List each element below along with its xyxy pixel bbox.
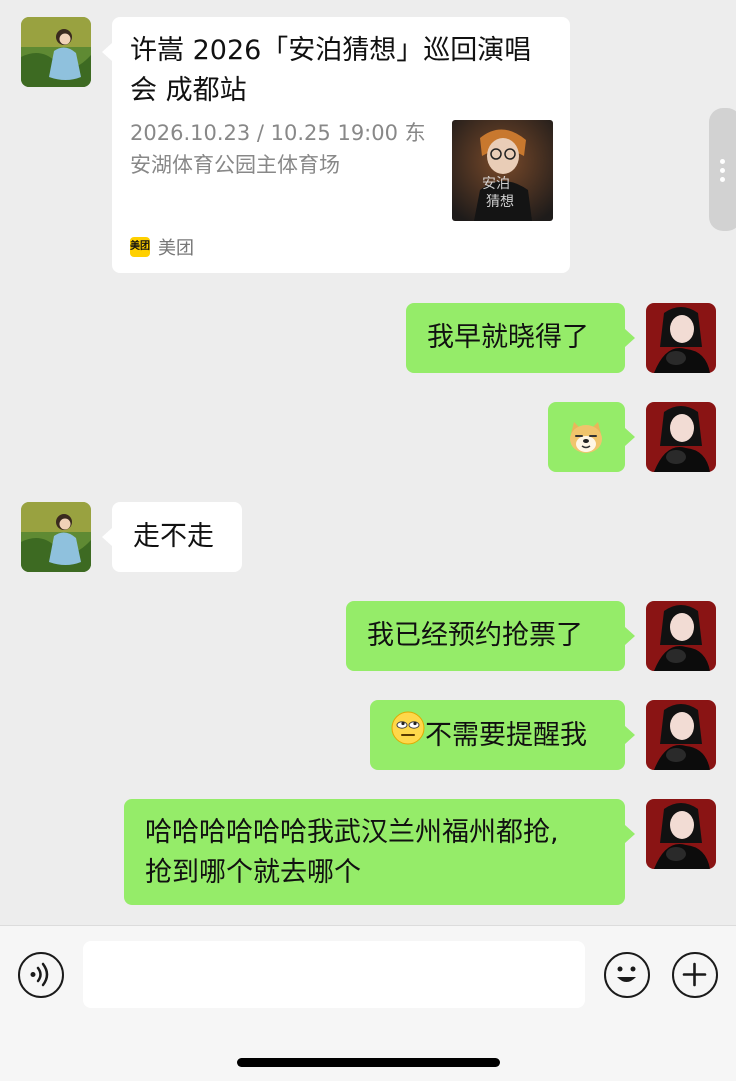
doge-emoji-icon <box>568 420 604 466</box>
sent-message-bubble[interactable]: 我已经预约抢票了 <box>346 601 635 671</box>
sent-emoji-bubble[interactable] <box>548 402 635 472</box>
card-title: 许嵩 2026「安泊猜想」巡回演唱会 成都站 <box>130 35 532 106</box>
message-input[interactable] <box>83 941 585 1008</box>
message-text: 我早就晓得了 <box>427 322 589 353</box>
emoji-icon[interactable] <box>604 952 650 998</box>
voice-icon[interactable] <box>18 952 64 998</box>
message-text-line-1: 哈哈哈哈哈哈我武汉兰州福州都抢, <box>145 817 559 848</box>
home-indicator[interactable] <box>237 1058 500 1067</box>
plus-icon[interactable] <box>672 952 718 998</box>
message-text: 走不走 <box>133 521 214 552</box>
side-menu-handle[interactable] <box>709 108 736 231</box>
svg-text:安泊: 安泊 <box>482 176 510 192</box>
self-avatar[interactable] <box>646 402 716 472</box>
card-thumbnail: 安泊 猜想 <box>452 120 553 221</box>
message-text-line-2: 抢到哪个就去哪个 <box>145 857 361 888</box>
self-avatar[interactable] <box>646 303 716 373</box>
sent-message-bubble[interactable]: 哈哈哈哈哈哈我武汉兰州福州都抢, 抢到哪个就去哪个 <box>124 799 635 905</box>
message-text: 我已经预约抢票了 <box>367 620 583 651</box>
contact-avatar[interactable] <box>21 17 91 87</box>
contact-avatar[interactable] <box>21 502 91 572</box>
card-source-name: 美团 <box>158 238 194 259</box>
sent-message-bubble[interactable]: 不需要提醒我 <box>370 700 635 770</box>
card-event-details: 2026.10.23 / 10.25 19:00 东安湖体育公园主体育场 <box>130 121 426 177</box>
sent-message-bubble[interactable]: 我早就晓得了 <box>406 303 635 373</box>
card-source: 美团 美团 <box>130 235 194 259</box>
meituan-logo-icon: 美团 <box>130 237 150 257</box>
eye-roll-emoji-icon <box>391 711 425 757</box>
self-avatar[interactable] <box>646 601 716 671</box>
self-avatar[interactable] <box>646 799 716 869</box>
received-message-bubble[interactable]: 走不走 <box>102 502 242 572</box>
message-text: 不需要提醒我 <box>425 720 587 751</box>
svg-text:猜想: 猜想 <box>486 194 514 210</box>
ticket-share-card[interactable]: 许嵩 2026「安泊猜想」巡回演唱会 成都站 2026.10.23 / 10.2… <box>102 17 570 273</box>
self-avatar[interactable] <box>646 700 716 770</box>
